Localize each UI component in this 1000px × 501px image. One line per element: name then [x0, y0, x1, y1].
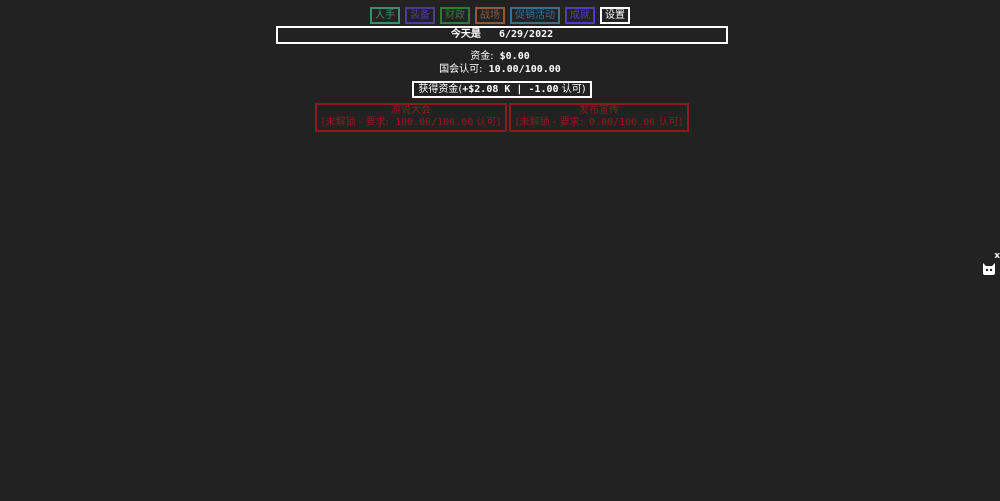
- gain-unit: 认可: [558, 84, 582, 95]
- date-bar: 今天是 6/29/2022: [276, 26, 728, 44]
- cat-icon[interactable]: [982, 262, 996, 276]
- tab-personnel[interactable]: 人手: [370, 7, 400, 24]
- locked-req-value: 0.00/100.00: [588, 117, 656, 128]
- close-icon[interactable]: x: [994, 251, 1000, 261]
- funds-value: $0.00: [499, 51, 530, 62]
- tab-battlefield[interactable]: 战场: [475, 7, 505, 24]
- tab-equipment[interactable]: 装备: [405, 7, 435, 24]
- gain-funds-button[interactable]: 获得资金(+$2.08 K | -1.00 认可): [412, 81, 592, 98]
- locked-status: [未解锁 - 要求:: [515, 117, 583, 128]
- tab-settings[interactable]: 设置: [600, 7, 630, 24]
- locked-req-unit: 认可]: [473, 117, 501, 128]
- locked-requirement: [未解锁 - 要求: 0.00/100.00 认可]: [511, 117, 687, 129]
- locked-req-unit: 认可]: [655, 117, 683, 128]
- locked-req-value: 100.00/100.00: [394, 117, 474, 128]
- publish-propaganda-locked[interactable]: 发布宣传 [未解锁 - 要求: 0.00/100.00 认可]: [509, 103, 689, 132]
- date-label: 今天是: [450, 29, 481, 40]
- locked-title: 游说大会: [391, 105, 431, 116]
- gain-money: +$2.08 K: [462, 84, 511, 95]
- date-space: [487, 29, 493, 40]
- game-page: 人手 装备 财政 战场 促销活动 成就 设置 今天是 6/29/2022 资金:…: [0, 0, 1000, 501]
- tab-achievements[interactable]: 成就: [565, 7, 595, 24]
- gain-approval: -1.00: [528, 84, 559, 95]
- gain-separator: |: [510, 84, 529, 95]
- date-value: 6/29/2022: [498, 29, 554, 40]
- tab-finance[interactable]: 财政: [440, 7, 470, 24]
- funds-row: 资金: $0.00: [0, 50, 1000, 63]
- locked-title: 发布宣传: [579, 105, 619, 116]
- gain-funds-label: 获得资金: [418, 84, 459, 95]
- tab-bar: 人手 装备 财政 战场 促销活动 成就 设置: [0, 7, 1000, 24]
- locked-requirement: [未解锁 - 要求: 100.00/100.00 认可]: [317, 117, 505, 129]
- gain-close-paren: ): [581, 84, 586, 95]
- stats-panel: 资金: $0.00 国会认可: 10.00/100.00: [0, 50, 1000, 76]
- funds-label: 资金:: [470, 51, 494, 62]
- approval-value: 10.00/100.00: [488, 64, 561, 75]
- approval-row: 国会认可: 10.00/100.00: [0, 63, 1000, 76]
- locked-status: [未解锁 - 要求:: [321, 117, 389, 128]
- lobby-conference-locked[interactable]: 游说大会 [未解锁 - 要求: 100.00/100.00 认可]: [315, 103, 507, 132]
- approval-label: 国会认可:: [439, 64, 483, 75]
- tab-promotions[interactable]: 促销活动: [510, 7, 560, 24]
